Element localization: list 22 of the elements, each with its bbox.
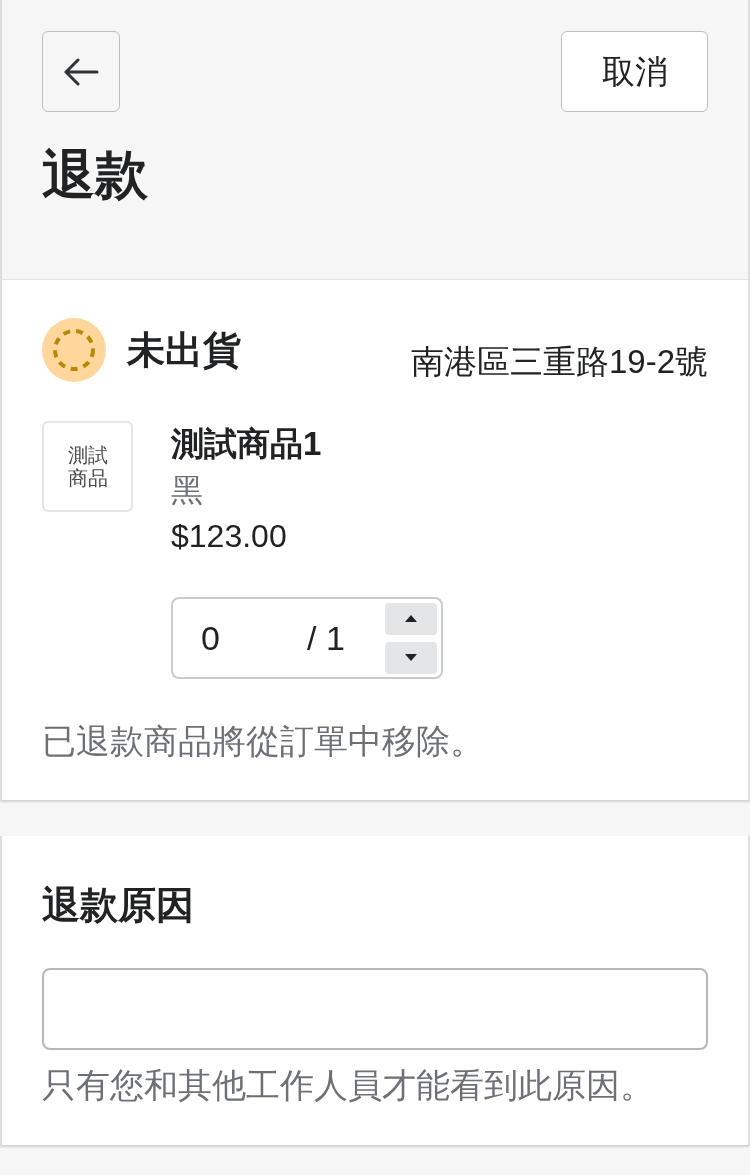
- quantity-stepper[interactable]: 0 / 1: [171, 597, 443, 679]
- status-label: 未出貨: [127, 328, 241, 373]
- cancel-button[interactable]: 取消: [561, 31, 708, 112]
- product-price: $123.00: [171, 517, 287, 556]
- quantity-input[interactable]: 0: [201, 618, 291, 658]
- refund-note: 已退款商品將從訂單中移除。: [42, 721, 484, 762]
- quantity-max-label: / 1: [307, 618, 345, 658]
- caret-down-icon: [405, 654, 417, 661]
- thumbnail-text: 測試商品: [67, 443, 108, 490]
- back-arrow-icon: [63, 57, 99, 86]
- decrement-button[interactable]: [385, 641, 437, 674]
- product-name: 測試商品1: [171, 424, 322, 464]
- help-text: 只有您和其他工作人員才能看到此原因。: [42, 1065, 654, 1105]
- address-text: 南港區三重路19-2號: [410, 342, 708, 382]
- caret-up-icon: [405, 615, 417, 622]
- reason-input-field[interactable]: [42, 968, 708, 1050]
- page-title: 退款: [42, 145, 148, 205]
- product-variant: 黑: [171, 471, 203, 510]
- status-circle-icon: [42, 318, 106, 382]
- reason-title: 退款原因: [42, 883, 194, 928]
- increment-button[interactable]: [385, 602, 437, 635]
- back-button[interactable]: [42, 31, 120, 112]
